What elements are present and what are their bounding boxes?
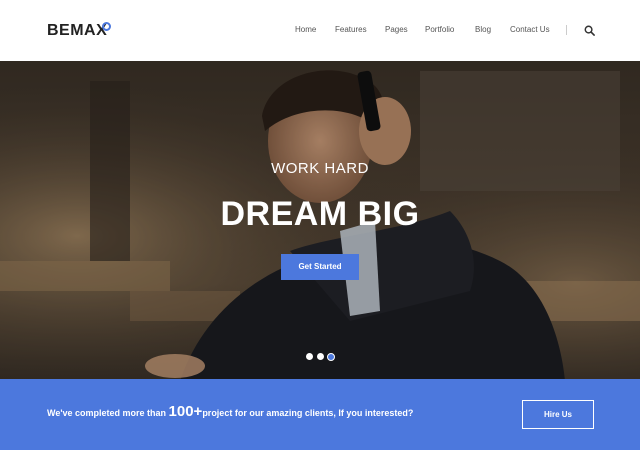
banner-text-after: project for our amazing clients, If you … (202, 408, 414, 418)
nav-item-contact-us[interactable]: Contact Us (510, 25, 550, 34)
main-nav: Home Features Pages Portfolio Blog Conta… (0, 25, 640, 39)
nav-item-home[interactable]: Home (295, 25, 316, 34)
nav-item-portfolio[interactable]: Portfolio (425, 25, 454, 34)
banner-text-before: We've completed more than (47, 408, 169, 418)
nav-divider (566, 25, 567, 35)
banner-text: We've completed more than 100+project fo… (47, 403, 413, 420)
hero-slider: WORK HARD DREAM BIG Get Started (0, 61, 640, 379)
hero-subtitle: WORK HARD (271, 160, 369, 177)
nav-item-blog[interactable]: Blog (475, 25, 491, 34)
nav-item-features[interactable]: Features (335, 25, 367, 34)
nav-item-pages[interactable]: Pages (385, 25, 408, 34)
slider-dot-3[interactable] (327, 353, 335, 361)
get-started-button[interactable]: Get Started (281, 254, 359, 280)
hero-title: DREAM BIG (220, 195, 420, 233)
slider-dot-2[interactable] (317, 353, 324, 360)
search-icon[interactable] (584, 25, 595, 36)
slider-dot-1[interactable] (306, 353, 313, 360)
hire-us-button[interactable]: Hire Us (522, 400, 594, 429)
cta-banner: We've completed more than 100+project fo… (0, 379, 640, 450)
banner-highlight: 100+ (168, 403, 203, 420)
site-header: BEMAX Home Features Pages Portfolio Blog… (0, 0, 640, 61)
